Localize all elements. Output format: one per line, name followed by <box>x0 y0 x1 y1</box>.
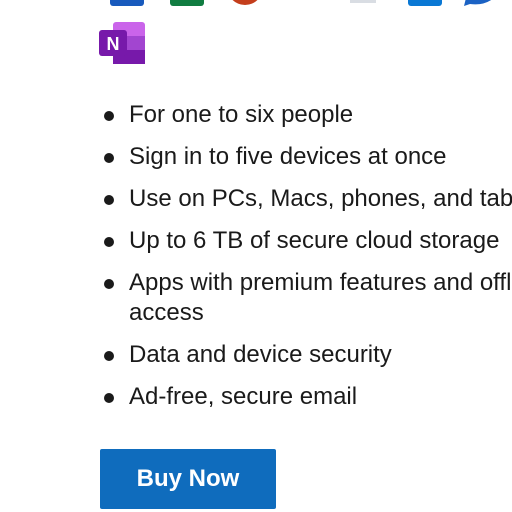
bullet-icon <box>104 153 114 163</box>
list-item: For one to six people <box>100 100 512 130</box>
bullet-icon <box>104 351 114 361</box>
feature-text: Ad-free, secure email <box>129 383 358 410</box>
list-item: Up to 6 TB of secure cloud storage <box>100 226 512 256</box>
outlook-icon <box>408 0 442 6</box>
powerpoint-icon <box>232 0 258 5</box>
list-item: Use on PCs, Macs, phones, and tablets <box>100 184 512 214</box>
onenote-icon: N <box>99 22 145 64</box>
feature-text: Use on PCs, Macs, phones, and tablets <box>129 185 512 212</box>
bullet-icon <box>104 111 114 121</box>
word-icon <box>110 0 144 6</box>
teams-icon <box>350 0 376 3</box>
feature-text: Apps with premium features and offline a… <box>129 269 512 326</box>
bullet-icon <box>104 237 114 247</box>
feature-text: Up to 6 TB of secure cloud storage <box>129 227 500 254</box>
list-item: Ad-free, secure email <box>100 382 512 412</box>
list-item: Sign in to five devices at once <box>100 142 512 172</box>
bullet-icon <box>104 195 114 205</box>
bullet-icon <box>104 393 114 403</box>
onenote-letter: N <box>107 34 120 54</box>
skype-icon <box>464 0 492 6</box>
feature-text: Data and device security <box>129 341 392 368</box>
feature-list: For one to six people Sign in to five de… <box>100 100 512 424</box>
app-icon-row <box>100 0 512 6</box>
excel-icon <box>170 0 204 6</box>
list-item: Data and device security <box>100 340 512 370</box>
defender-icon <box>284 0 318 6</box>
feature-text: Sign in to five devices at once <box>129 143 447 170</box>
list-item: Apps with premium features and offline a… <box>100 268 512 328</box>
product-card: N For one to six people Sign in to five … <box>0 0 512 512</box>
feature-text: For one to six people <box>129 101 354 128</box>
buy-now-button[interactable]: Buy Now <box>100 449 276 509</box>
bullet-icon <box>104 279 114 289</box>
